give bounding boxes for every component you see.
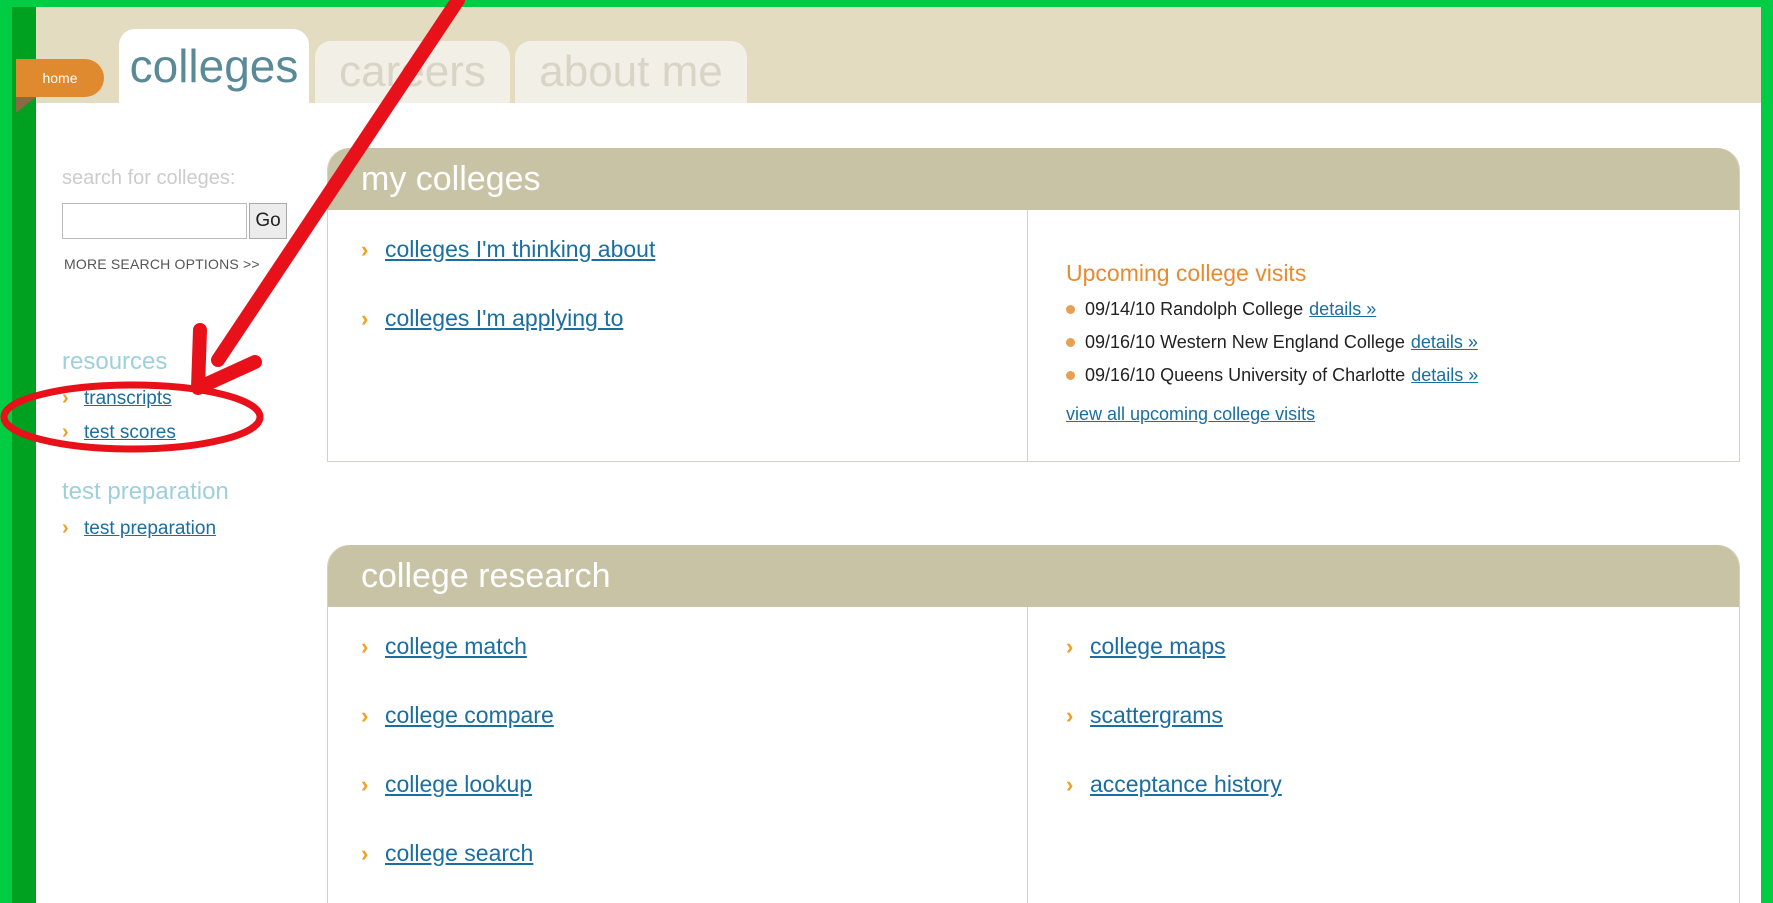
chevron-right-icon: › <box>1066 771 1074 797</box>
sidebar-item-transcripts[interactable]: › transcripts <box>62 387 302 410</box>
search-row: Go <box>62 203 302 239</box>
visit-text: 09/16/10 Western New England College <box>1085 332 1405 352</box>
sidebar: search for colleges: Go MORE SEARCH OPTI… <box>62 167 302 540</box>
link-college-maps[interactable]: › college maps <box>1066 612 1739 681</box>
link-label[interactable]: acceptance history <box>1090 771 1282 798</box>
visit-text: 09/16/10 Queens University of Charlotte <box>1085 365 1406 385</box>
panel-body: › college match › college compare › coll… <box>328 607 1739 903</box>
panel-right-column: Upcoming college visits 09/14/10 Randolp… <box>1028 210 1739 462</box>
link-label[interactable]: colleges I'm applying to <box>385 305 623 332</box>
link-acceptance-history[interactable]: › acceptance history <box>1066 750 1739 819</box>
details-link[interactable]: details » <box>1309 299 1376 320</box>
details-link[interactable]: details » <box>1411 365 1478 386</box>
test-preparation-heading: test preparation <box>62 478 229 505</box>
panel-title: my colleges <box>328 148 1739 210</box>
sidebar-item-test-preparation[interactable]: › test preparation <box>62 517 302 540</box>
chevron-right-icon: › <box>1066 702 1074 728</box>
bullet-icon <box>1066 305 1075 314</box>
link-label[interactable]: college lookup <box>385 771 532 798</box>
link-college-lookup[interactable]: › college lookup <box>361 750 1027 819</box>
my-colleges-panel: my colleges › colleges I'm thinking abou… <box>327 148 1740 462</box>
college-search-input[interactable] <box>62 203 247 239</box>
visit-text: 09/14/10 Randolph College <box>1085 299 1304 319</box>
search-label: search for colleges: <box>62 167 236 189</box>
chevron-right-icon: › <box>361 236 369 262</box>
link-college-compare[interactable]: › college compare <box>361 681 1027 750</box>
chevron-right-icon: › <box>62 421 69 443</box>
resources-heading: resources <box>62 348 168 375</box>
link-label[interactable]: colleges I'm thinking about <box>385 236 655 263</box>
panel-body: › colleges I'm thinking about › colleges… <box>328 210 1739 462</box>
go-button[interactable]: Go <box>249 203 287 239</box>
chevron-right-icon: › <box>361 702 369 728</box>
chevron-right-icon: › <box>361 771 369 797</box>
bullet-icon <box>1066 338 1075 347</box>
panel-right-column: › college maps › scattergrams › acceptan… <box>1028 607 1739 903</box>
tab-about-me[interactable]: about me <box>515 41 747 103</box>
link-label[interactable]: scattergrams <box>1090 702 1223 729</box>
sidebar-link-label[interactable]: test preparation <box>84 518 216 540</box>
visits-list: 09/14/10 Randolph College details » 09/1… <box>1066 299 1739 386</box>
link-label[interactable]: college match <box>385 633 527 660</box>
link-colleges-applying-to[interactable]: › colleges I'm applying to <box>361 284 1027 353</box>
chevron-right-icon: › <box>1066 633 1074 659</box>
college-research-panel: college research › college match › colle… <box>327 545 1740 903</box>
link-scattergrams[interactable]: › scattergrams <box>1066 681 1739 750</box>
panel-left-column: › colleges I'm thinking about › colleges… <box>328 210 1028 462</box>
home-ribbon-fold <box>16 97 36 113</box>
list-item: 09/16/10 Queens University of Charlotte … <box>1066 365 1739 386</box>
link-label[interactable]: college maps <box>1090 633 1226 660</box>
panel-title: college research <box>328 545 1739 607</box>
panel-left-column: › college match › college compare › coll… <box>328 607 1028 903</box>
link-colleges-thinking-about[interactable]: › colleges I'm thinking about <box>361 215 1027 284</box>
page-frame: home colleges careers about me search fo… <box>12 7 1761 903</box>
chevron-right-icon: › <box>62 387 69 409</box>
chevron-right-icon: › <box>62 517 69 539</box>
more-search-options-link[interactable]: MORE SEARCH OPTIONS >> <box>64 256 302 272</box>
details-link[interactable]: details » <box>1411 332 1478 353</box>
tab-colleges[interactable]: colleges <box>119 29 309 103</box>
sidebar-link-label[interactable]: test scores <box>84 422 176 444</box>
home-button[interactable]: home <box>16 59 104 97</box>
chevron-right-icon: › <box>361 305 369 331</box>
link-label[interactable]: college compare <box>385 702 554 729</box>
link-college-search[interactable]: › college search <box>361 819 1027 888</box>
list-item: 09/16/10 Western New England College det… <box>1066 332 1739 353</box>
chevron-right-icon: › <box>361 633 369 659</box>
tab-careers[interactable]: careers <box>315 41 510 103</box>
bullet-icon <box>1066 371 1075 380</box>
upcoming-visits-title: Upcoming college visits <box>1066 260 1307 286</box>
link-label[interactable]: college search <box>385 840 533 867</box>
chevron-right-icon: › <box>361 840 369 866</box>
left-border-strip <box>12 7 36 903</box>
list-item: 09/14/10 Randolph College details » <box>1066 299 1739 320</box>
sidebar-item-test-scores[interactable]: › test scores <box>62 421 302 444</box>
link-college-match[interactable]: › college match <box>361 612 1027 681</box>
sidebar-link-label[interactable]: transcripts <box>84 388 172 410</box>
view-all-visits-link[interactable]: view all upcoming college visits <box>1066 404 1315 425</box>
